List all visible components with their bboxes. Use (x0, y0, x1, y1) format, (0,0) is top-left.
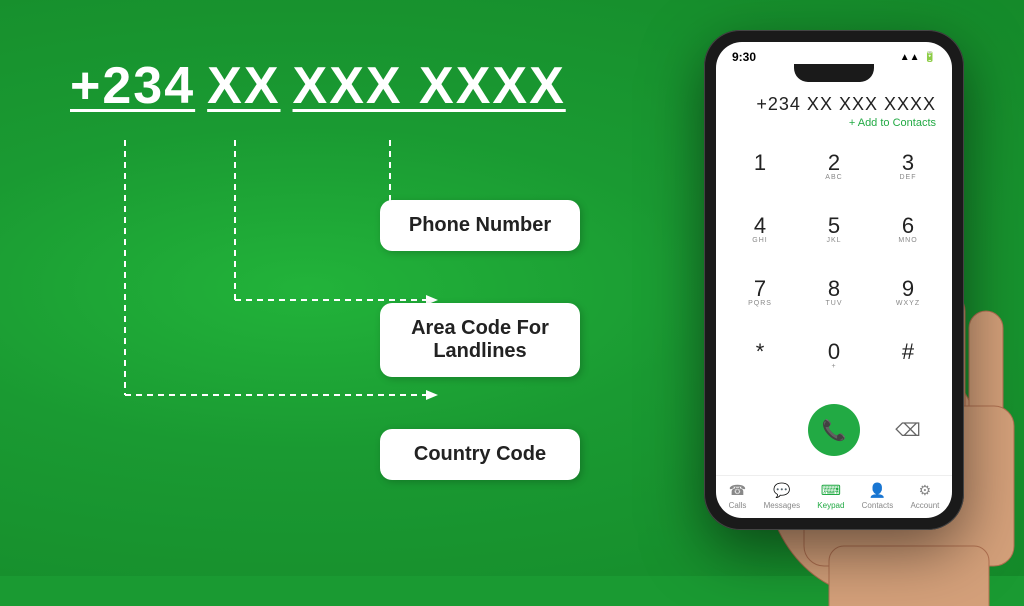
dial-display: +234 XX XXX XXXX + Add to Contacts (716, 86, 952, 133)
phone-number-display: +234 XX XXX XXXX (40, 60, 600, 112)
key-1[interactable]: 1 (724, 137, 796, 198)
key-spacer (724, 390, 796, 471)
account-label: Account (910, 501, 939, 510)
dial-number: +234 XX XXX XXXX (732, 94, 936, 115)
key-star[interactable]: * (724, 327, 796, 388)
country-code-segment: +234 (70, 60, 195, 112)
phone-mockup: 9:30 ▲▲ 🔋 +234 XX XXX XXXX + Add to Cont… (704, 30, 964, 530)
key-4[interactable]: 4 GHI (724, 200, 796, 261)
key-5[interactable]: 5 JKL (798, 200, 870, 261)
key-delete[interactable]: ⌫ (872, 390, 944, 471)
number-text: XXX XXXX (293, 60, 566, 112)
nav-calls[interactable]: ☎ Calls (729, 482, 747, 510)
calls-label: Calls (729, 501, 747, 510)
keypad: 1 2 ABC 3 DEF 4 GHI 5 JKL (716, 133, 952, 475)
call-icon: 📞 (822, 418, 847, 443)
country-code-text: +234 (70, 60, 195, 112)
key-6[interactable]: 6 MNO (872, 200, 944, 261)
contacts-icon: 👤 (869, 482, 886, 499)
calls-icon: ☎ (729, 482, 746, 499)
area-code-label: Area Code ForLandlines (380, 303, 580, 377)
status-time: 9:30 (732, 50, 756, 64)
key-8[interactable]: 8 TUV (798, 263, 870, 324)
key-hash[interactable]: # (872, 327, 944, 388)
key-0[interactable]: 0 + (798, 327, 870, 388)
call-button[interactable]: 📞 (808, 404, 860, 456)
phone-screen: 9:30 ▲▲ 🔋 +234 XX XXX XXXX + Add to Cont… (716, 42, 952, 518)
bottom-nav: ☎ Calls 💬 Messages ⌨ Keypad 👤 Contacts ⚙ (716, 475, 952, 518)
status-icons: ▲▲ 🔋 (900, 52, 936, 63)
area-code-text: XX (207, 60, 280, 112)
labels-section: Phone Number Area Code ForLandlines Coun… (380, 200, 580, 480)
key-9[interactable]: 9 WXYZ (872, 263, 944, 324)
contacts-label: Contacts (862, 501, 894, 510)
nav-keypad[interactable]: ⌨ Keypad (817, 482, 844, 510)
signal-icon: ▲▲ (900, 52, 920, 63)
phone-section: 9:30 ▲▲ 🔋 +234 XX XXX XXXX + Add to Cont… (604, 0, 1024, 576)
delete-icon: ⌫ (895, 420, 920, 441)
diagram-section: +234 XX XXX XXXX Phone Number Area Code … (40, 60, 600, 520)
area-code-segment: XX (207, 60, 280, 112)
keypad-icon: ⌨ (821, 482, 841, 499)
key-call[interactable]: 📞 (798, 390, 870, 471)
nav-contacts[interactable]: 👤 Contacts (862, 482, 894, 510)
battery-icon: 🔋 (924, 52, 936, 63)
messages-label: Messages (764, 501, 800, 510)
key-7[interactable]: 7 PQRS (724, 263, 796, 324)
number-segment: XXX XXXX (293, 60, 566, 112)
add-to-contacts[interactable]: + Add to Contacts (732, 117, 936, 129)
nav-account[interactable]: ⚙ Account (910, 482, 939, 510)
phone-notch (794, 64, 874, 82)
phone-number-label: Phone Number (380, 200, 580, 251)
country-code-label: Country Code (380, 429, 580, 480)
nav-messages[interactable]: 💬 Messages (764, 482, 800, 510)
key-2[interactable]: 2 ABC (798, 137, 870, 198)
key-3[interactable]: 3 DEF (872, 137, 944, 198)
keypad-label: Keypad (817, 501, 844, 510)
account-icon: ⚙ (919, 482, 932, 499)
messages-icon: 💬 (773, 482, 790, 499)
